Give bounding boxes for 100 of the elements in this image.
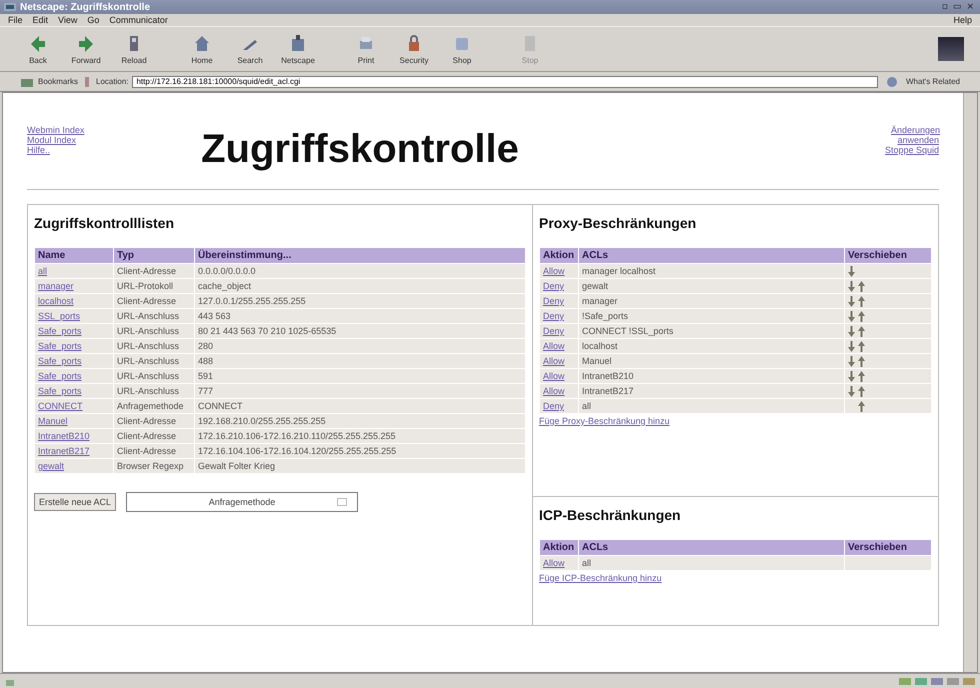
toolbar-button[interactable]: Back [16,29,60,69]
nav-link[interactable]: Modul Index [27,135,167,145]
toolbar-button[interactable]: Shop [440,29,484,69]
table-cell: Anfragemethode [114,398,194,414]
window-title: Netscape: Zugriffskontrolle [20,2,150,12]
table-cell: Client-Adresse [114,294,194,308]
bookmarks-button[interactable]: Bookmarks [38,77,78,86]
table-cell: 488 [194,354,526,368]
forward-icon [77,34,95,52]
table-cell: 127.0.0.1/255.255.255.255 [194,294,526,308]
table-cell: URL-Anschluss [114,324,194,338]
menu-item[interactable]: Edit [32,15,48,25]
table-cell: IntranetB217 [578,384,844,398]
table-cell: Client-Adresse [114,428,194,444]
table-cell: Client-Adresse [114,414,194,428]
component-icon[interactable] [930,676,944,686]
toolbar-button[interactable]: Netscape [276,29,320,69]
table-cell: 0.0.0.0/0.0.0.0 [194,264,526,278]
down-arrow-icon[interactable] [848,386,855,396]
table-cell: 80 21 443 563 70 210 1025-65535 [194,324,526,338]
toolbar-button[interactable]: Print [344,29,388,69]
section-heading: Proxy-Beschränkungen [539,215,698,231]
table-cell: all [578,398,844,414]
back-icon [29,34,47,52]
table-cell: cache_object [194,278,526,294]
up-arrow-icon[interactable] [858,340,865,352]
column-header: Name [34,248,114,264]
toolbar-button[interactable]: Security [392,29,436,69]
down-arrow-icon[interactable] [848,326,855,336]
up-arrow-icon[interactable] [858,356,865,366]
down-arrow-icon[interactable] [848,266,855,276]
down-arrow-icon[interactable] [848,356,855,366]
menu-item[interactable]: Go [87,15,100,25]
nav-link[interactable]: Änderungen anwenden [891,125,939,145]
toolbar-button[interactable]: Forward [64,29,108,69]
table-cell: 172.16.210.106-172.16.210.110/255.255.255.255 [194,428,526,444]
toolbar-button[interactable]: Search [228,29,272,69]
down-arrow-icon[interactable] [848,296,855,306]
table-cell: URL-Anschluss [114,368,194,384]
acl-type-dropdown[interactable]: Anfragemethode [126,492,358,512]
table-cell: all [578,556,844,570]
up-arrow-icon[interactable] [858,386,865,396]
column-header: Übereinstimmung... [194,248,526,264]
nav-link[interactable]: Webmin Index [27,125,167,135]
url-field[interactable]: http://172.16.218.181:10000/squid/edit_acl.cgi [132,76,878,88]
down-arrow-icon[interactable] [848,340,855,352]
table-cell: 192.168.210.0/255.255.255.255 [194,414,526,428]
up-arrow-icon[interactable] [858,370,865,382]
table-cell: Client-Adresse [114,444,194,458]
table-cell: localhost [578,338,844,354]
table-cell: URL-Anschluss [114,338,194,354]
column-header: Aktion [540,540,578,556]
table-cell: Manuel [578,354,844,368]
nav-link[interactable]: Hilfe.. [27,145,167,155]
table-cell: CONNECT [194,398,526,414]
up-arrow-icon[interactable] [858,326,865,336]
nav-link[interactable]: Stoppe Squid [884,145,939,155]
menu-item[interactable]: File [8,15,23,25]
menu-item[interactable]: View [58,15,78,25]
window-control-button[interactable]: ▭ [950,1,964,13]
window-control-button[interactable]: ▫ [940,1,950,13]
page-title: Zugriffskontrolle [200,126,520,173]
table-cell: Gewalt Folter Krieg [194,458,526,474]
add-link[interactable]: Füge ICP-Beschränkung hinzu [539,573,932,583]
up-arrow-icon[interactable] [858,296,865,306]
toolbar-button[interactable]: Home [180,29,224,69]
down-arrow-icon[interactable] [848,370,855,382]
table-cell: Client-Adresse [114,264,194,278]
column-header: Verschieben [844,540,932,556]
component-icon[interactable] [962,676,976,686]
column-header: Typ [114,248,194,264]
down-arrow-icon[interactable] [848,310,855,322]
window-control-button[interactable]: × [964,1,976,13]
table-cell: 777 [194,384,526,398]
section-heading: Zugriffskontrolllisten [34,215,175,231]
table-cell: 280 [194,338,526,354]
acl-link[interactable]: all [38,266,48,276]
table-cell: !Safe_ports [578,308,844,324]
table-cell: URL-Anschluss [114,384,194,398]
table-cell: manager localhost [578,264,844,278]
table-cell: 591 [194,368,526,384]
menu-item[interactable]: Communicator [109,15,168,25]
create-acl-button[interactable]: Erstelle neue ACL [34,493,116,511]
column-header: Aktion [540,248,578,264]
down-arrow-icon[interactable] [848,280,855,292]
up-arrow-icon[interactable] [858,400,865,412]
column-header: Verschieben [844,248,932,264]
whats-related-button[interactable]: What's Related [906,77,960,86]
table-cell: CONNECT !SSL_ports [578,324,844,338]
table-cell: gewalt [578,278,844,294]
component-icon[interactable] [946,676,960,686]
menu-item[interactable]: Help [953,15,972,25]
location-label: Location: [96,77,128,86]
add-link[interactable]: Füge Proxy-Beschränkung hinzu [539,416,932,426]
vertical-scrollbar[interactable] [963,93,977,672]
home-icon [193,34,211,52]
up-arrow-icon[interactable] [858,310,865,322]
toolbar-button[interactable]: Reload [112,29,156,69]
up-arrow-icon[interactable] [858,280,865,292]
table-cell: Browser Regexp [114,458,194,474]
